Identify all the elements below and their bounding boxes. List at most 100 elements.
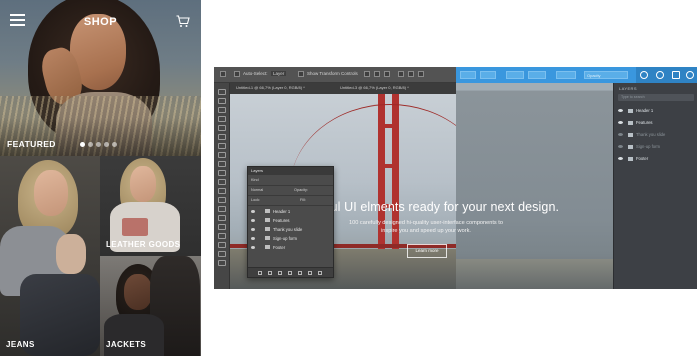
crop-tool[interactable]	[218, 125, 226, 131]
adjustment-layer-icon[interactable]	[288, 271, 292, 275]
ps-layer-features[interactable]: Features	[248, 216, 333, 224]
hand-tool[interactable]	[218, 251, 226, 257]
visibility-eye-icon[interactable]	[618, 109, 623, 112]
link-layers-icon[interactable]	[258, 271, 262, 275]
visibility-eye-icon[interactable]	[251, 236, 255, 240]
layer-style-icon[interactable]	[268, 271, 272, 275]
lasso-tool[interactable]	[218, 107, 226, 113]
preview-icon[interactable]	[682, 67, 697, 83]
align-right-icon[interactable]	[418, 71, 424, 77]
layer-row-header-1[interactable]: Header 1	[614, 105, 697, 117]
folder-icon	[628, 108, 633, 113]
zoom-tool[interactable]	[218, 260, 226, 266]
visibility-eye-icon[interactable]	[618, 157, 623, 160]
carousel-dot-4[interactable]	[104, 142, 109, 147]
width-field[interactable]	[506, 71, 524, 79]
carousel-dot-5[interactable]	[112, 142, 117, 147]
brush-tool[interactable]	[218, 152, 226, 158]
category-tile-jeans[interactable]: JEANS	[0, 156, 100, 356]
clone-stamp-tool[interactable]	[218, 161, 226, 167]
layer-row-sign-up-form[interactable]: Sign-up form	[614, 141, 697, 153]
position-y-field[interactable]	[480, 71, 496, 79]
carousel-dot-1[interactable]	[80, 142, 85, 147]
blur-tool[interactable]	[218, 197, 226, 203]
ps-layers-footer	[248, 267, 333, 277]
marquee-tool[interactable]	[218, 98, 226, 104]
magic-wand-tool[interactable]	[218, 116, 226, 122]
visibility-eye-icon[interactable]	[618, 145, 623, 148]
align-middle-icon[interactable]	[374, 71, 380, 77]
dodge-tool[interactable]	[218, 206, 226, 212]
auto-select-checkbox[interactable]	[234, 71, 240, 77]
eraser-tool[interactable]	[218, 179, 226, 185]
learn-more-button[interactable]: Learn more	[407, 244, 447, 258]
featured-label: FEATURED	[7, 139, 56, 149]
folder-icon	[265, 218, 270, 222]
hero-title: ful UI elments ready for your next desig…	[327, 200, 560, 214]
align-left-icon[interactable]	[398, 71, 404, 77]
history-brush-tool[interactable]	[218, 170, 226, 176]
visibility-eye-icon[interactable]	[618, 133, 623, 136]
cloud-sync-icon[interactable]	[636, 67, 652, 83]
folder-icon	[628, 156, 633, 161]
layer-mask-icon[interactable]	[278, 271, 282, 275]
eyedropper-tool[interactable]	[218, 134, 226, 140]
ps-layer-thank-you-slide[interactable]: Thank you slide	[248, 225, 333, 233]
category-label-leather-goods: LEATHER GOODS	[106, 240, 181, 249]
position-x-field[interactable]	[460, 71, 476, 79]
gradient-tool[interactable]	[218, 188, 226, 194]
move-tool-icon[interactable]	[220, 71, 226, 77]
new-group-icon[interactable]	[298, 271, 302, 275]
opacity-field[interactable]: Opacity	[584, 71, 628, 79]
carousel-dot-3[interactable]	[96, 142, 101, 147]
leather-model-face	[130, 166, 156, 202]
move-tool[interactable]	[218, 89, 226, 95]
carousel-dot-2[interactable]	[88, 142, 93, 147]
ps-layer-name: Footer	[273, 244, 286, 250]
screenshot-stage: SHOP FEATURED JEANS LEATHER GOODS JACKET…	[0, 0, 700, 356]
category-label-jeans: JEANS	[6, 340, 35, 349]
doc-tab-untitled-1[interactable]: Untitled-1 @ 66,7% (Layer 0, RGB/8) *	[236, 85, 305, 90]
settings-gear-icon[interactable]	[652, 67, 668, 83]
visibility-eye-icon[interactable]	[251, 227, 255, 231]
folder-icon	[628, 120, 633, 125]
layer-name: Sign-up form	[636, 144, 660, 149]
align-center-icon[interactable]	[408, 71, 414, 77]
ps-layers-header: Layers	[248, 167, 333, 175]
ps-blend-mode-dropdown[interactable]: Normal	[251, 188, 263, 192]
visibility-eye-icon[interactable]	[251, 245, 255, 249]
visibility-eye-icon[interactable]	[251, 209, 255, 213]
shape-tool[interactable]	[218, 242, 226, 248]
visibility-eye-icon[interactable]	[251, 218, 255, 222]
healing-brush-tool[interactable]	[218, 143, 226, 149]
layer-name: Footer	[636, 156, 649, 161]
ps-layers-tab[interactable]: Layers	[251, 168, 263, 173]
height-field[interactable]	[528, 71, 546, 79]
shopping-cart-icon[interactable]	[176, 15, 190, 28]
ps-layer-sign-up-form[interactable]: Sign-up form	[248, 234, 333, 242]
type-tool[interactable]	[218, 224, 226, 230]
design-preview-canvas[interactable]	[456, 91, 613, 289]
layers-search-input[interactable]: Type to search	[618, 94, 694, 101]
layer-row-footer[interactable]: Footer	[614, 153, 697, 165]
visibility-eye-icon[interactable]	[618, 121, 623, 124]
auto-select-dropdown[interactable]: Layer	[271, 71, 287, 76]
pen-tool[interactable]	[218, 215, 226, 221]
divider	[248, 185, 333, 186]
path-selection-tool[interactable]	[218, 233, 226, 239]
ps-layers-kind-filter[interactable]: Kind	[251, 178, 259, 182]
show-transform-checkbox[interactable]	[298, 71, 304, 77]
rotation-field[interactable]	[556, 71, 576, 79]
doc-tab-untitled-3[interactable]: Untitled-3 @ 66,7% (Layer 0, RGB/8) *	[340, 85, 409, 90]
align-top-icon[interactable]	[364, 71, 370, 77]
layer-row-features[interactable]: Features	[614, 117, 697, 129]
ps-tools-panel	[214, 83, 230, 289]
category-tile-jackets[interactable]: JACKETS	[100, 256, 201, 356]
category-tile-leather-goods[interactable]: LEATHER GOODS	[100, 156, 201, 256]
ps-layer-header-1[interactable]: Header 1	[248, 207, 333, 215]
ps-layer-footer[interactable]: Footer	[248, 243, 333, 251]
align-bottom-icon[interactable]	[384, 71, 390, 77]
new-layer-icon[interactable]	[308, 271, 312, 275]
layer-row-thank-you-slide[interactable]: Thank you slide	[614, 129, 697, 141]
delete-layer-icon[interactable]	[318, 271, 322, 275]
